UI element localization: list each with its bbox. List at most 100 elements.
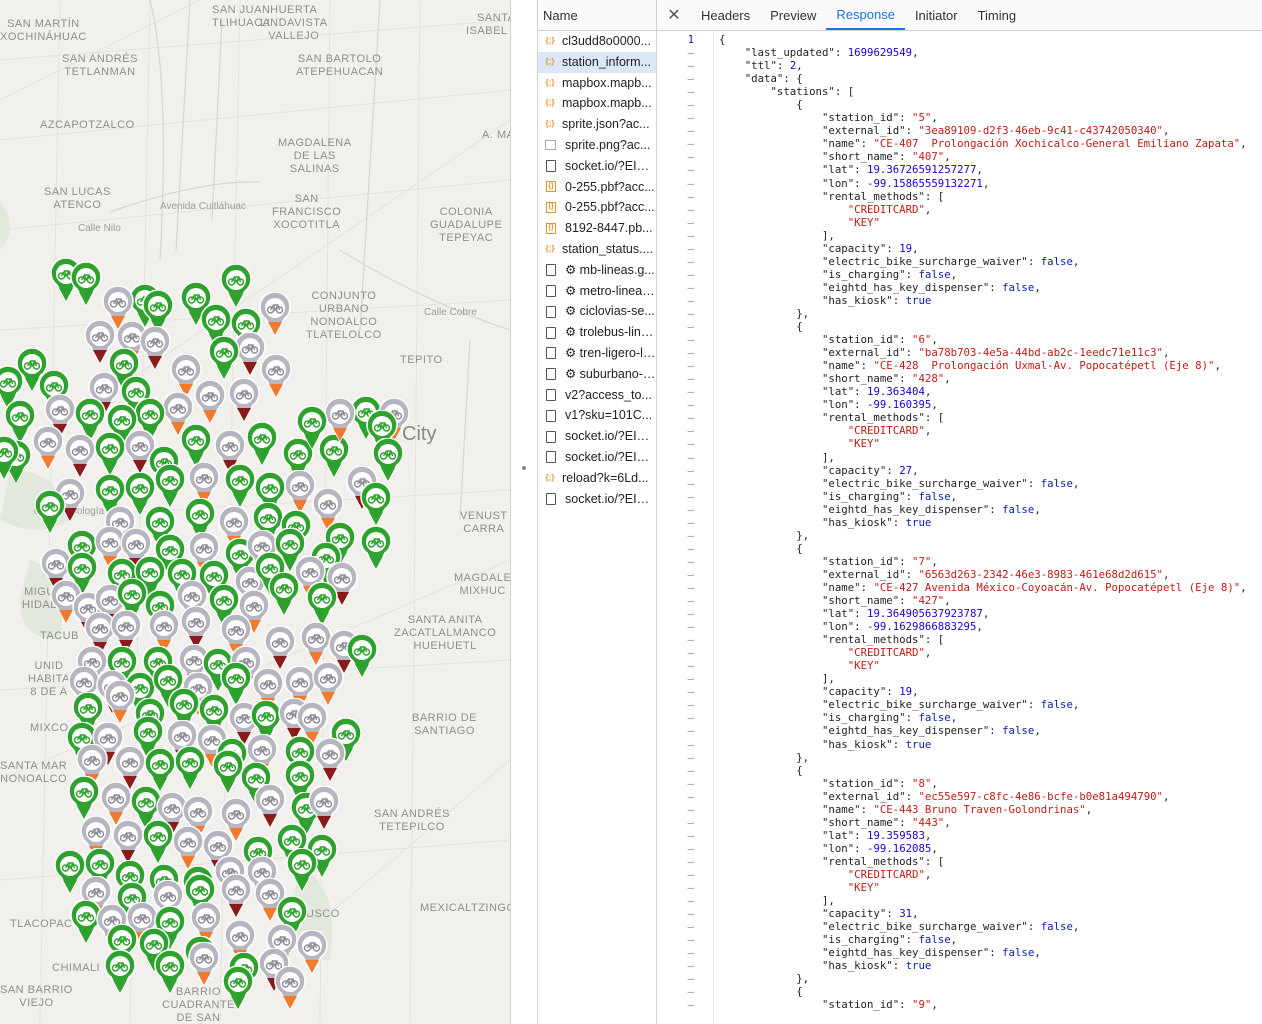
close-icon[interactable]: ✕ bbox=[657, 0, 691, 30]
bike-station-pin-icon[interactable] bbox=[359, 526, 393, 570]
request-row[interactable]: {;} reload?k=6Ld... bbox=[538, 468, 656, 489]
fold-marker: – bbox=[657, 359, 713, 372]
bike-station-pin-icon[interactable] bbox=[221, 966, 255, 1010]
bike-station-pin-icon[interactable] bbox=[253, 784, 287, 828]
bike-station-pin-icon[interactable] bbox=[245, 422, 279, 466]
request-row[interactable]: sprite.png?ac... bbox=[538, 135, 656, 156]
bike-station-pin-icon[interactable] bbox=[313, 738, 347, 782]
code-line: { bbox=[719, 320, 1247, 333]
request-row[interactable]: {;} cl3udd8o0000... bbox=[538, 31, 656, 52]
request-row[interactable]: v1?sku=101C... bbox=[538, 405, 656, 426]
bike-station-pin-icon[interactable] bbox=[93, 432, 127, 476]
request-row[interactable]: v2?access_to... bbox=[538, 385, 656, 406]
request-row[interactable]: {;} station_status.... bbox=[538, 239, 656, 260]
fold-marker: – bbox=[657, 150, 713, 163]
request-row[interactable]: {} 8192-8447.pb... bbox=[538, 218, 656, 239]
request-row[interactable]: socket.io/?EIO... bbox=[538, 447, 656, 468]
fold-marker: – bbox=[657, 803, 713, 816]
bike-station-pin-icon[interactable] bbox=[153, 464, 187, 508]
name-column-header[interactable]: Name bbox=[538, 0, 656, 31]
request-row[interactable]: ⚙ trolebus-line... bbox=[538, 322, 656, 343]
request-row[interactable]: socket.io/?EIO... bbox=[538, 489, 656, 510]
bike-station-pin-icon[interactable] bbox=[285, 848, 319, 892]
request-row[interactable]: socket.io/?EIO... bbox=[538, 156, 656, 177]
bike-station-pin-icon[interactable] bbox=[345, 634, 379, 678]
request-name: station_status.... bbox=[562, 239, 653, 260]
fold-marker: – bbox=[657, 124, 713, 137]
bike-station-pin-icon[interactable] bbox=[67, 776, 101, 820]
fold-marker: – bbox=[657, 163, 713, 176]
bike-station-pin-icon[interactable] bbox=[141, 820, 175, 864]
bike-station-pin-icon[interactable] bbox=[227, 378, 261, 422]
request-row[interactable]: ⚙ metro-lineas... bbox=[538, 281, 656, 302]
fold-marker: – bbox=[657, 177, 713, 190]
response-body[interactable]: 1– – – – – – – – – – – – – – – – – – – – – – – – – – – – – – – – – – – – – – –… bbox=[657, 31, 1262, 1024]
doc-file-icon bbox=[546, 306, 556, 318]
bike-station-pin-icon[interactable] bbox=[267, 572, 301, 616]
bike-station-pin-icon[interactable] bbox=[263, 626, 297, 670]
fold-marker: – bbox=[657, 685, 713, 698]
request-row[interactable]: {;} mapbox.mapb... bbox=[538, 93, 656, 114]
bike-station-pin-icon[interactable] bbox=[138, 326, 172, 370]
request-name: reload?k=6Ld... bbox=[562, 468, 649, 489]
devtools-network-panel: Name {;} cl3udd8o0000... {;} station_inform… bbox=[538, 0, 1262, 1024]
splitter-grip-icon[interactable] bbox=[522, 466, 526, 470]
request-row[interactable]: {} 0-255.pbf?acc... bbox=[538, 197, 656, 218]
bike-station-pin-icon[interactable] bbox=[311, 662, 345, 706]
code-line: "short_name": "427", bbox=[719, 594, 1247, 607]
bike-station-pin-icon[interactable] bbox=[219, 264, 253, 308]
bike-station-pin-icon[interactable] bbox=[0, 436, 21, 480]
fold-marker: – bbox=[657, 959, 713, 972]
request-name: socket.io/?EIO... bbox=[565, 489, 656, 510]
request-name: mapbox.mapb... bbox=[562, 73, 652, 94]
bike-station-pin-icon[interactable] bbox=[187, 942, 221, 986]
request-name: ⚙ tren-ligero-li... bbox=[565, 343, 656, 364]
map-view[interactable]: SAN MARTÍN XOCHINÁHUACSANTA ISABEL TOSAN… bbox=[0, 0, 510, 1024]
fold-marker: – bbox=[657, 777, 713, 790]
code-line: "lon": -99.15865559132271, bbox=[719, 177, 1247, 190]
bike-station-pin-icon[interactable] bbox=[273, 966, 307, 1010]
request-row[interactable]: {;} sprite.json?ac... bbox=[538, 114, 656, 135]
fold-marker: – bbox=[657, 333, 713, 346]
request-row[interactable]: {;} station_inform... bbox=[538, 52, 656, 73]
request-name: sprite.png?ac... bbox=[565, 135, 650, 156]
request-row[interactable]: ⚙ ciclovias-se... bbox=[538, 301, 656, 322]
bike-station-pin-icon[interactable] bbox=[219, 874, 253, 918]
bike-station-pin-icon[interactable] bbox=[193, 380, 227, 424]
request-row[interactable]: {;} mapbox.mapb... bbox=[538, 73, 656, 94]
request-row[interactable]: ⚙ tren-ligero-li... bbox=[538, 343, 656, 364]
bike-station-pin-icon[interactable] bbox=[207, 336, 241, 380]
bike-station-pin-icon[interactable] bbox=[295, 406, 329, 450]
tab-preview[interactable]: Preview bbox=[760, 0, 826, 30]
bike-station-pin-icon[interactable] bbox=[69, 262, 103, 306]
fold-marker: – bbox=[657, 920, 713, 933]
bike-station-pin-icon[interactable] bbox=[33, 490, 67, 534]
request-row[interactable]: ⚙ mb-lineas.g... bbox=[538, 260, 656, 281]
tab-timing[interactable]: Timing bbox=[968, 0, 1027, 30]
request-row[interactable]: ⚙ suburbano-li... bbox=[538, 364, 656, 385]
bike-station-pin-icon[interactable] bbox=[31, 426, 65, 470]
bike-station-pin-icon[interactable] bbox=[63, 434, 97, 478]
fold-marker: – bbox=[657, 385, 713, 398]
tab-headers[interactable]: Headers bbox=[691, 0, 760, 30]
bike-station-pin-icon[interactable] bbox=[173, 746, 207, 790]
panel-splitter[interactable] bbox=[510, 0, 538, 1024]
bike-station-pin-icon[interactable] bbox=[258, 292, 292, 336]
tab-response[interactable]: Response bbox=[826, 0, 905, 30]
code-line: "lat": 19.36726591257277, bbox=[719, 163, 1247, 176]
tab-initiator[interactable]: Initiator bbox=[905, 0, 968, 30]
bike-station-pin-icon[interactable] bbox=[305, 582, 339, 626]
fold-marker: – bbox=[657, 255, 713, 268]
request-name: ⚙ ciclovias-se... bbox=[565, 301, 655, 322]
bike-station-pin-icon[interactable] bbox=[103, 950, 137, 994]
request-row[interactable]: socket.io/?EIO... bbox=[538, 426, 656, 447]
bike-station-pin-icon[interactable] bbox=[359, 482, 393, 526]
doc-file-icon bbox=[546, 493, 556, 505]
code-line: "ttl": 2, bbox=[719, 59, 1247, 72]
fold-marker: – bbox=[657, 437, 713, 450]
bike-station-pin-icon[interactable] bbox=[307, 786, 341, 830]
fold-marker: – bbox=[657, 320, 713, 333]
request-row[interactable]: {} 0-255.pbf?acc... bbox=[538, 177, 656, 198]
bike-station-pin-icon[interactable] bbox=[153, 950, 187, 994]
code-line: "KEY" bbox=[719, 437, 1247, 450]
